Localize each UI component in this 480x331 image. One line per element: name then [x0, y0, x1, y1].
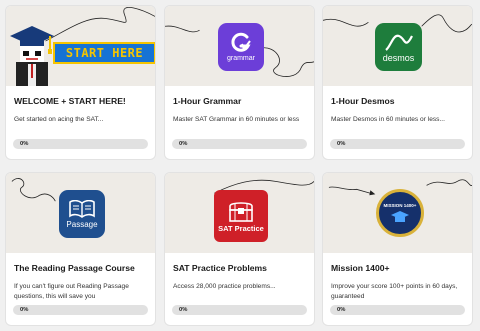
course-card-welcome[interactable]: START HERE WELCOME + START HERE! Get sta… [5, 5, 156, 160]
progress-bar: 0% [330, 305, 465, 315]
graduation-cap-mascot-icon [8, 24, 56, 86]
desmos-logo-icon: desmos [375, 23, 422, 71]
course-thumbnail[interactable]: grammar [165, 6, 314, 86]
course-thumbnail[interactable]: START HERE [6, 6, 155, 86]
course-card-reading-passage[interactable]: Passage The Reading Passage Course If yo… [5, 172, 156, 326]
course-thumbnail[interactable]: MISSION 1400+ [323, 173, 472, 253]
progress-bar: 0% [13, 139, 148, 149]
progress-bar: 0% [172, 305, 307, 315]
course-title[interactable]: Mission 1400+ [331, 263, 464, 274]
course-title[interactable]: WELCOME + START HERE! [14, 96, 147, 107]
progress-label: 0% [337, 307, 346, 313]
progress-bar: 0% [330, 139, 465, 149]
progress-label: 0% [20, 307, 29, 313]
grammar-logo-text: grammar [226, 55, 255, 62]
course-title[interactable]: 1-Hour Desmos [331, 96, 464, 107]
progress-label: 0% [179, 141, 188, 147]
course-description: Get started on acing the SAT... [14, 116, 104, 123]
course-description: Improve your score 100+ points in 60 day… [331, 283, 458, 300]
progress-label: 0% [179, 307, 188, 313]
course-description: Master Desmos in 60 minutes or less... [331, 116, 445, 123]
mission-badge-icon: MISSION 1400+ [376, 189, 424, 237]
course-thumbnail[interactable]: SAT Practice [165, 173, 314, 253]
treasure-chest-icon: SAT Practice [214, 190, 268, 242]
progress-label: 0% [20, 141, 29, 147]
course-card-grammar[interactable]: grammar 1-Hour Grammar Master SAT Gramma… [164, 5, 315, 160]
course-title[interactable]: 1-Hour Grammar [173, 96, 306, 107]
course-thumbnail[interactable]: Passage [6, 173, 155, 253]
desmos-logo-text: desmos [382, 52, 415, 63]
course-title[interactable]: SAT Practice Problems [173, 263, 306, 274]
start-here-text: START HERE [65, 46, 144, 60]
course-card-sat-practice[interactable]: SAT Practice SAT Practice Problems Acces… [164, 172, 315, 326]
mission-badge-text: MISSION 1400+ [383, 202, 417, 208]
course-description: Master SAT Grammar in 60 minutes or less [173, 116, 300, 123]
course-card-desmos[interactable]: desmos 1-Hour Desmos Master Desmos in 60… [322, 5, 473, 160]
progress-bar: 0% [13, 305, 148, 315]
progress-bar: 0% [172, 139, 307, 149]
grammarly-logo-icon: grammar [218, 23, 264, 71]
sat-practice-logo-text: SAT Practice [218, 223, 264, 233]
course-description: If you can't figure out Reading Passage … [14, 283, 129, 300]
course-description: Access 28,000 practice problems... [173, 283, 276, 290]
course-thumbnail[interactable]: desmos [323, 6, 472, 86]
open-book-icon: Passage [59, 190, 105, 238]
passage-logo-text: Passage [66, 219, 98, 229]
start-here-banner: START HERE [53, 42, 155, 64]
course-title[interactable]: The Reading Passage Course [14, 263, 147, 274]
course-card-mission-1400[interactable]: MISSION 1400+ Mission 1400+ Improve your… [322, 172, 473, 326]
progress-label: 0% [337, 141, 346, 147]
